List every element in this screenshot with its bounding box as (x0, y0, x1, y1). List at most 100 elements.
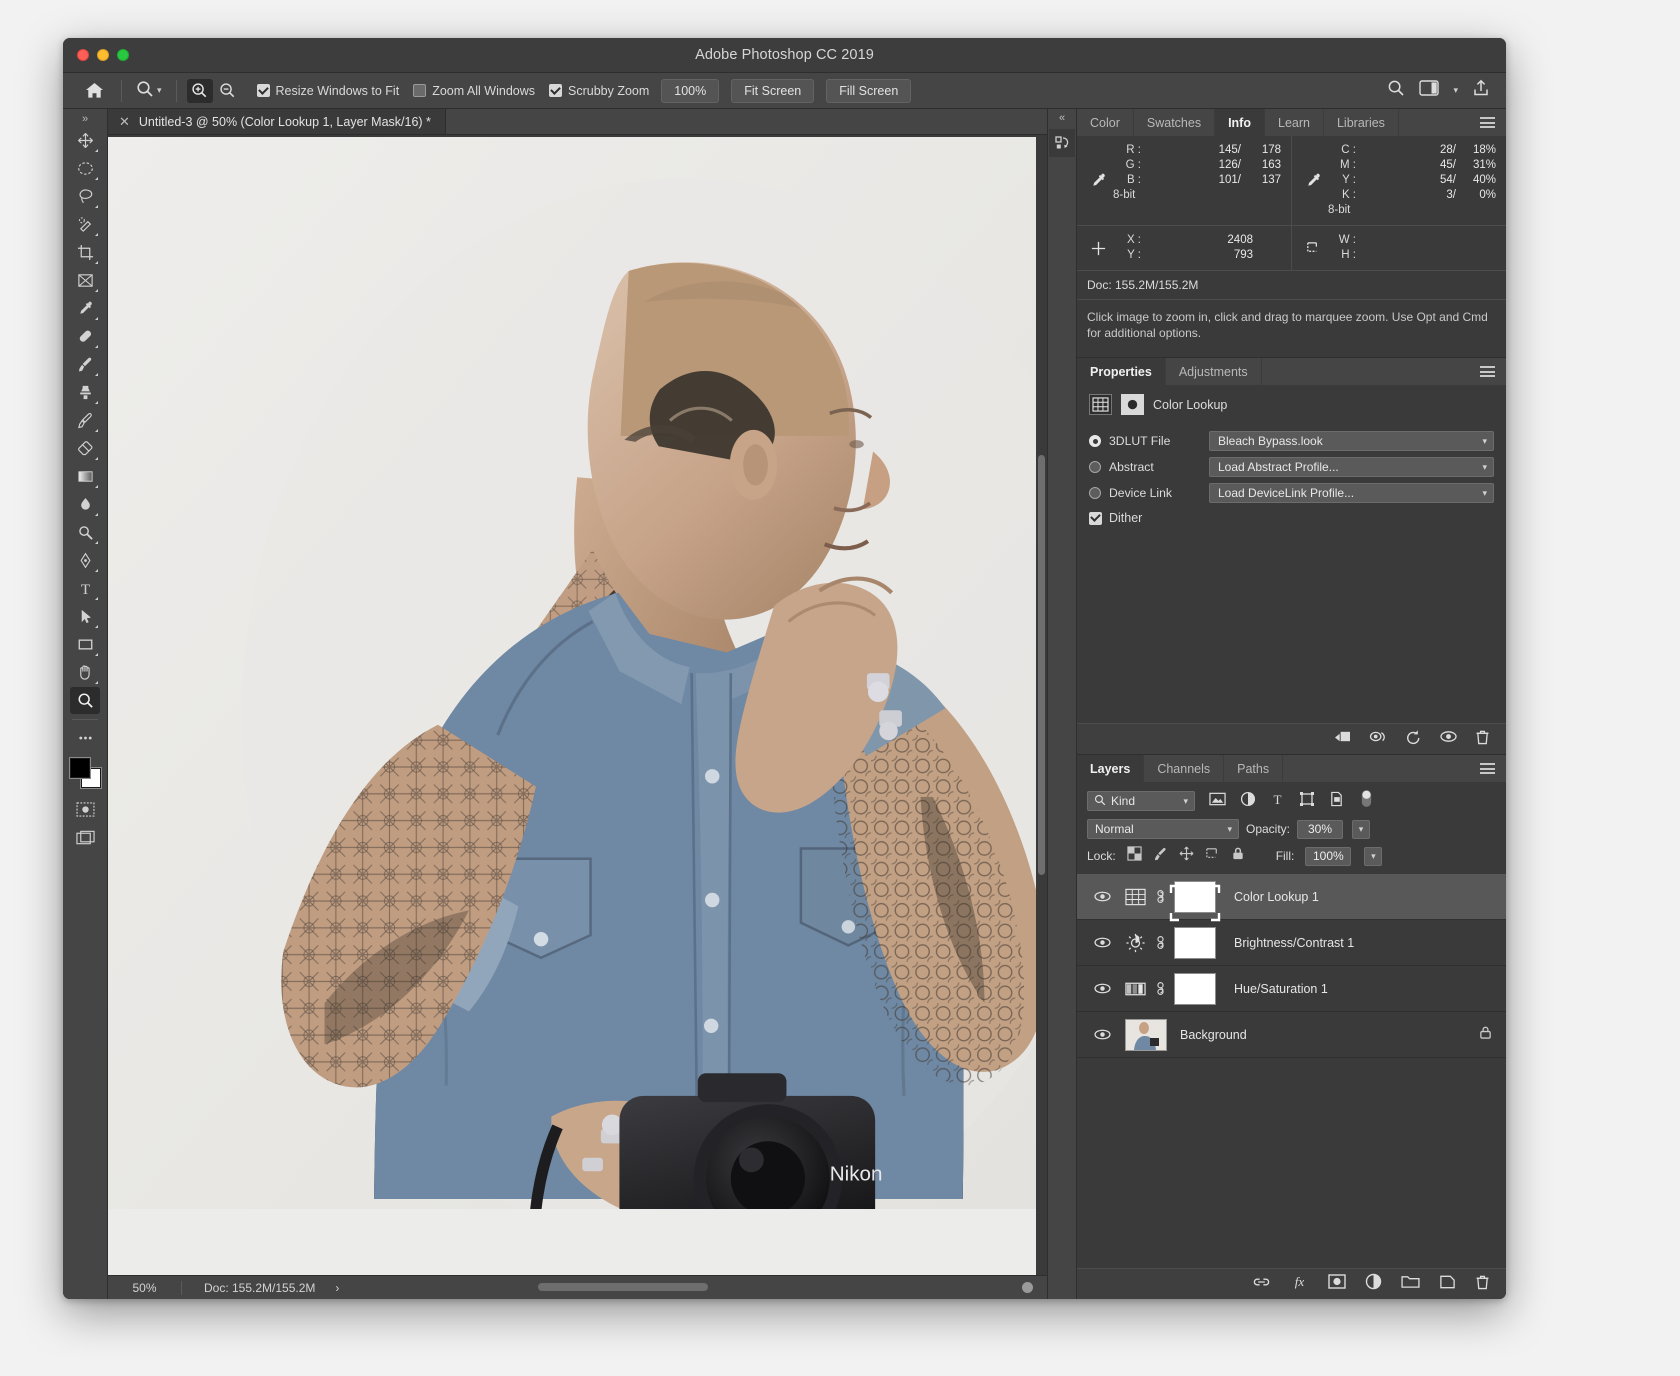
panel-menu-icon[interactable] (1469, 755, 1506, 782)
layer-visibility-toggle[interactable] (1085, 982, 1119, 995)
collapse-panels-icon[interactable]: « (1059, 109, 1065, 127)
history-snapshot-icon[interactable] (1049, 129, 1075, 157)
tab-learn[interactable]: Learn (1265, 109, 1324, 136)
blend-mode-select[interactable]: Normal ▾ (1087, 819, 1239, 839)
radio-device-link[interactable] (1089, 487, 1101, 499)
zoom-100-button[interactable]: 100% (661, 78, 720, 103)
chevron-down-icon[interactable]: ▾ (1453, 85, 1458, 96)
zoom-tool[interactable] (70, 687, 100, 714)
option-device-link[interactable]: Device Link Load DeviceLink Profile... ▾ (1089, 480, 1494, 506)
type-filter-icon[interactable]: T (1270, 791, 1285, 812)
color-swatches[interactable] (68, 756, 102, 788)
spot-healing-brush-tool[interactable] (70, 323, 100, 350)
status-zoom-level[interactable]: 50% (108, 1280, 182, 1295)
eraser-tool[interactable] (70, 435, 100, 462)
table-row[interactable]: Background (1077, 1012, 1506, 1058)
share-icon[interactable] (1472, 79, 1490, 102)
brightness-contrast-icon[interactable] (1119, 933, 1151, 953)
screen-mode-icon[interactable] (70, 824, 100, 851)
layer-visibility-toggle[interactable] (1085, 936, 1119, 949)
new-adjustment-icon[interactable] (1365, 1273, 1382, 1295)
brush-tool[interactable] (70, 351, 100, 378)
tab-paths[interactable]: Paths (1224, 755, 1284, 782)
radio-3dlut-file[interactable] (1089, 435, 1101, 447)
gradient-tool[interactable] (70, 463, 100, 490)
tab-adjustments[interactable]: Adjustments (1165, 358, 1262, 385)
frame-tool[interactable] (70, 267, 100, 294)
delete-layer-icon[interactable] (1475, 1274, 1490, 1295)
pixel-filter-icon[interactable] (1209, 792, 1226, 811)
panel-menu-icon[interactable] (1469, 358, 1506, 385)
image-canvas[interactable]: Nikon (108, 137, 1036, 1275)
add-mask-icon[interactable] (1328, 1274, 1346, 1294)
new-group-icon[interactable] (1401, 1274, 1420, 1294)
table-row[interactable]: Hue/Saturation 1 (1077, 966, 1506, 1012)
tab-layers[interactable]: Layers (1077, 755, 1145, 782)
layer-mask-thumbnail[interactable] (1169, 972, 1221, 1005)
canvas-vertical-scrollbar[interactable] (1036, 135, 1047, 1275)
expand-tools-icon[interactable]: » (63, 111, 107, 127)
scrubby-zoom-checkbox[interactable]: Scrubby Zoom (549, 84, 649, 98)
lock-artboard-icon[interactable] (1205, 846, 1220, 866)
reset-icon[interactable] (1405, 729, 1422, 750)
new-layer-icon[interactable] (1439, 1274, 1456, 1295)
rectangle-tool[interactable] (70, 631, 100, 658)
tool-preset-picker[interactable]: ▾ (132, 78, 166, 103)
document-tab[interactable]: ✕ Untitled‑3 @ 50% (Color Lookup 1, Laye… (108, 109, 446, 134)
maximize-window-button[interactable] (117, 49, 129, 61)
option-abstract[interactable]: Abstract Load Abstract Profile... ▾ (1089, 454, 1494, 480)
dodge-tool[interactable] (70, 519, 100, 546)
history-brush-tool[interactable] (70, 407, 100, 434)
layer-visibility-toggle[interactable] (1085, 890, 1119, 903)
adjustment-filter-icon[interactable] (1240, 791, 1256, 812)
tab-properties[interactable]: Properties (1077, 358, 1166, 385)
window-controls[interactable] (77, 49, 129, 61)
status-resize-grip[interactable] (1022, 1282, 1033, 1293)
color-lookup-icon[interactable] (1119, 888, 1151, 906)
option-3dlut-file[interactable]: 3DLUT File Bleach Bypass.look ▾ (1089, 428, 1494, 454)
abstract-profile-select[interactable]: Load Abstract Profile... ▾ (1209, 457, 1494, 477)
fit-screen-button[interactable]: Fit Screen (731, 78, 815, 103)
layer-mask-icon[interactable] (1121, 394, 1144, 415)
home-icon[interactable] (77, 78, 111, 104)
horizontal-scrollbar-thumb[interactable] (538, 1283, 708, 1291)
elliptical-marquee-tool[interactable] (70, 155, 100, 182)
path-selection-tool[interactable] (70, 603, 100, 630)
hand-tool[interactable] (70, 659, 100, 686)
link-mask-icon[interactable] (1151, 934, 1169, 951)
dither-checkbox[interactable]: Dither (1089, 506, 1494, 530)
clip-to-layer-icon[interactable] (1333, 729, 1352, 749)
tab-channels[interactable]: Channels (1144, 755, 1225, 782)
zoom-out-icon[interactable] (215, 79, 241, 103)
workspace-icon[interactable] (1419, 80, 1440, 101)
tab-libraries[interactable]: Libraries (1323, 109, 1399, 136)
opacity-stepper[interactable]: ▾ (1352, 819, 1371, 839)
status-expand-icon[interactable]: › (335, 1281, 339, 1295)
view-previous-state-icon[interactable] (1369, 729, 1388, 749)
shape-filter-icon[interactable] (1299, 791, 1315, 812)
more-tools-icon[interactable] (70, 724, 100, 751)
zoom-all-windows-checkbox[interactable]: Zoom All Windows (413, 84, 535, 98)
background-layer-thumbnail[interactable] (1125, 1018, 1167, 1051)
lock-all-icon[interactable] (1231, 846, 1245, 866)
link-mask-icon[interactable] (1151, 888, 1169, 905)
table-row[interactable]: Color Lookup 1 (1077, 874, 1506, 921)
close-window-button[interactable] (77, 49, 89, 61)
type-tool[interactable]: T (70, 575, 100, 602)
pen-tool[interactable] (70, 547, 100, 574)
delete-icon[interactable] (1475, 729, 1490, 750)
move-tool[interactable] (70, 127, 100, 154)
hue-saturation-icon[interactable] (1119, 980, 1151, 998)
resize-windows-to-fit-checkbox[interactable]: Resize Windows to Fit (256, 84, 399, 98)
3dlut-file-select[interactable]: Bleach Bypass.look ▾ (1209, 431, 1494, 451)
minimize-window-button[interactable] (97, 49, 109, 61)
clone-stamp-tool[interactable] (70, 379, 100, 406)
tab-swatches[interactable]: Swatches (1133, 109, 1216, 136)
lock-transparency-icon[interactable] (1127, 846, 1142, 866)
zoom-in-icon[interactable] (186, 78, 213, 103)
layer-style-icon[interactable]: fx (1290, 1274, 1309, 1294)
panel-menu-icon[interactable] (1469, 109, 1506, 136)
quick-mask-icon[interactable] (70, 796, 100, 823)
radio-abstract[interactable] (1089, 461, 1101, 473)
lasso-tool[interactable] (70, 183, 100, 210)
